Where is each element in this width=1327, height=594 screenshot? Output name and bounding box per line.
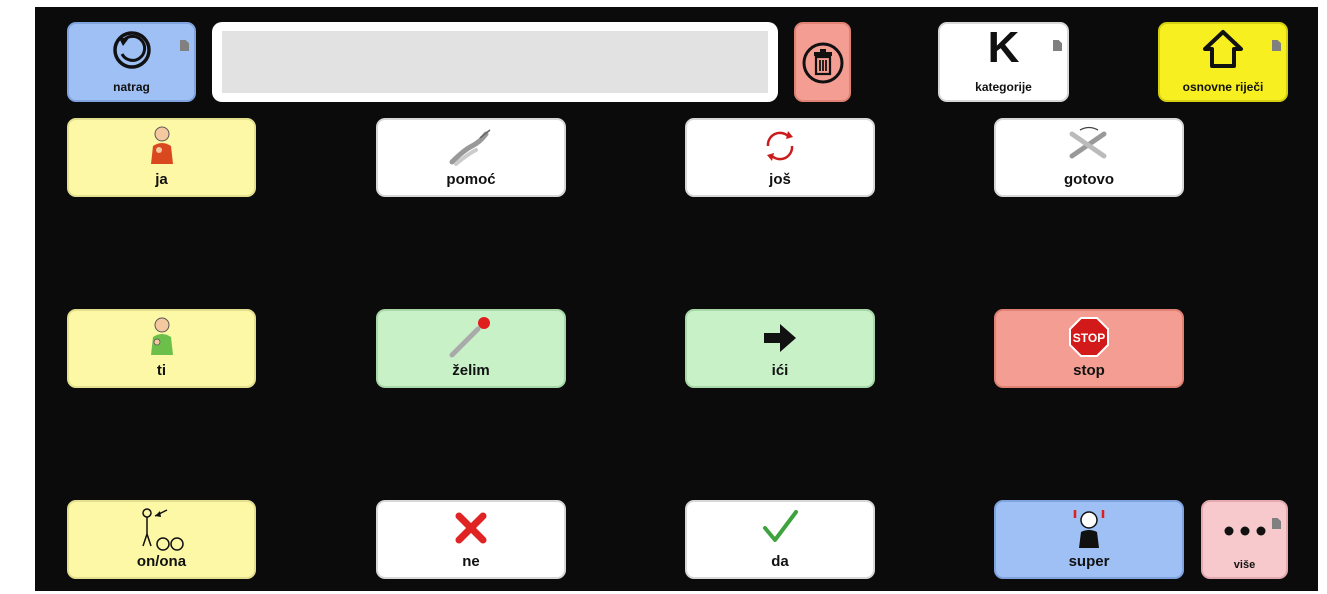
clear-button[interactable]: [794, 22, 851, 102]
word-da-button[interactable]: da: [685, 500, 875, 579]
folder-corner-icon: [180, 40, 189, 51]
word-on-ona-button[interactable]: on/ona: [67, 500, 256, 579]
folder-corner-icon: [1053, 40, 1062, 51]
word-label: gotovo: [1064, 171, 1114, 188]
word-label: on/ona: [136, 553, 187, 570]
home-icon: [1203, 30, 1243, 68]
categories-label: kategorije: [975, 80, 1032, 94]
word-label: pomoć: [446, 171, 496, 188]
core-words-button[interactable]: osnovne riječi: [1158, 22, 1288, 102]
word-ja-button[interactable]: ja: [67, 118, 256, 197]
person-you-icon: [150, 317, 173, 355]
excited-person-icon: [1073, 510, 1105, 548]
letter-k-icon: K: [987, 23, 1020, 72]
dots-icon: [1224, 526, 1265, 536]
green-check-icon: [763, 510, 798, 542]
word-zelim-button[interactable]: želim: [376, 309, 566, 388]
arrow-right-icon: [764, 324, 796, 352]
aac-board: natrag K kategorije osnovne riječi ja po…: [35, 7, 1318, 591]
helping-hands-icon: [449, 129, 491, 166]
red-x-icon: [455, 512, 487, 544]
folder-corner-icon: [1272, 40, 1281, 51]
word-stop-button[interactable]: STOP stop: [994, 309, 1184, 388]
core-words-label: osnovne riječi: [1182, 80, 1264, 94]
word-label: ja: [155, 171, 168, 188]
word-label: još: [769, 171, 791, 188]
crossed-hands-icon: [1069, 126, 1107, 159]
word-super-button[interactable]: super: [994, 500, 1184, 579]
word-label: ići: [771, 362, 789, 379]
back-label: natrag: [113, 80, 150, 94]
word-label: želim: [452, 362, 490, 379]
trash-icon: [802, 42, 843, 84]
word-label: super: [1068, 553, 1110, 570]
person-me-icon: [150, 126, 173, 164]
reaching-hand-icon: [449, 317, 490, 358]
word-ici-button[interactable]: ići: [685, 309, 875, 388]
message-field[interactable]: [222, 31, 768, 93]
word-label: ti: [156, 362, 167, 379]
folder-corner-icon: [1272, 518, 1281, 529]
message-bar[interactable]: [212, 22, 778, 102]
categories-button[interactable]: K kategorije: [938, 22, 1069, 102]
person-pointing-icon: [141, 508, 184, 551]
word-gotovo-button[interactable]: gotovo: [994, 118, 1184, 197]
word-label: ne: [462, 553, 480, 570]
back-button[interactable]: natrag: [67, 22, 196, 102]
more-label: više: [1233, 559, 1256, 571]
word-pomoc-button[interactable]: pomoć: [376, 118, 566, 197]
stop-sign-text: STOP: [1073, 331, 1105, 345]
undo-icon: [112, 31, 151, 69]
word-ne-button[interactable]: ne: [376, 500, 566, 579]
word-label: stop: [1073, 362, 1105, 379]
word-jos-button[interactable]: još: [685, 118, 875, 197]
stop-sign-icon: STOP: [1069, 317, 1109, 357]
more-button[interactable]: više: [1201, 500, 1288, 579]
repeat-circle-icon: [766, 131, 794, 161]
word-label: da: [771, 553, 789, 570]
word-ti-button[interactable]: ti: [67, 309, 256, 388]
